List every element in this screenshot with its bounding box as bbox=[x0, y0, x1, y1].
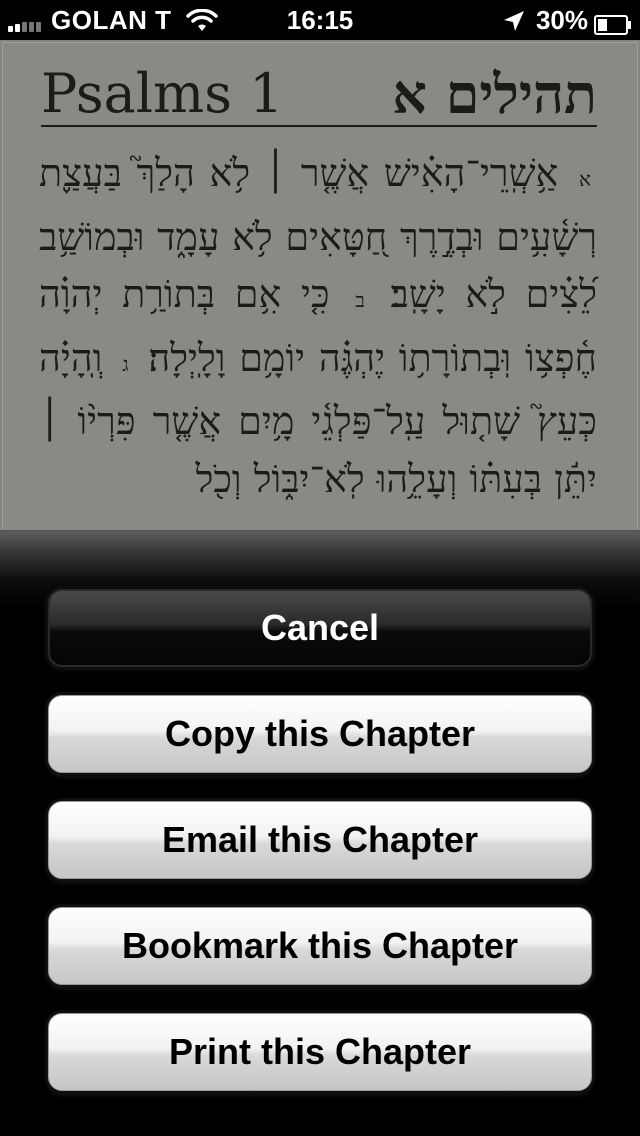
page-paper: Psalms 1 תהילים א א אַ֥שְֽׁרֵי־הָאִ֗ישׁ … bbox=[2, 42, 638, 540]
verse-number: ג bbox=[122, 351, 129, 376]
chapter-title-hebrew: תהילים א bbox=[392, 62, 597, 126]
verse-number: ב bbox=[355, 288, 365, 312]
location-arrow-icon bbox=[503, 10, 524, 31]
status-bar: GOLAN T 16:15 30% bbox=[0, 0, 640, 40]
verse-number: א bbox=[578, 167, 591, 191]
battery-icon bbox=[594, 11, 632, 35]
chapter-title-english: Psalms 1 bbox=[41, 62, 284, 125]
cancel-button[interactable]: Cancel bbox=[48, 589, 592, 667]
action-sheet: Cancel Copy this Chapter Email this Chap… bbox=[0, 530, 640, 1136]
chapter-text: א אַ֥שְֽׁרֵי־הָאִ֗ישׁ אֲשֶׁ֤ר ׀ לֹ֥א הָל… bbox=[39, 145, 597, 508]
print-chapter-button[interactable]: Print this Chapter bbox=[48, 1013, 592, 1091]
status-right: 30% bbox=[502, 5, 632, 36]
email-chapter-button[interactable]: Email this Chapter bbox=[48, 801, 592, 879]
chapter-header: Psalms 1 תהילים א bbox=[41, 63, 597, 127]
chapter-page: Psalms 1 תהילים א א אַ֥שְֽׁרֵי־הָאִ֗ישׁ … bbox=[0, 40, 640, 540]
screen: GOLAN T 16:15 30% Psalms 1 תהילים א א אַ… bbox=[0, 0, 640, 1136]
battery-percent: 30% bbox=[535, 5, 588, 35]
action-sheet-sheen bbox=[0, 531, 640, 577]
bookmark-chapter-button[interactable]: Bookmark this Chapter bbox=[48, 907, 592, 985]
copy-chapter-button[interactable]: Copy this Chapter bbox=[48, 695, 592, 773]
